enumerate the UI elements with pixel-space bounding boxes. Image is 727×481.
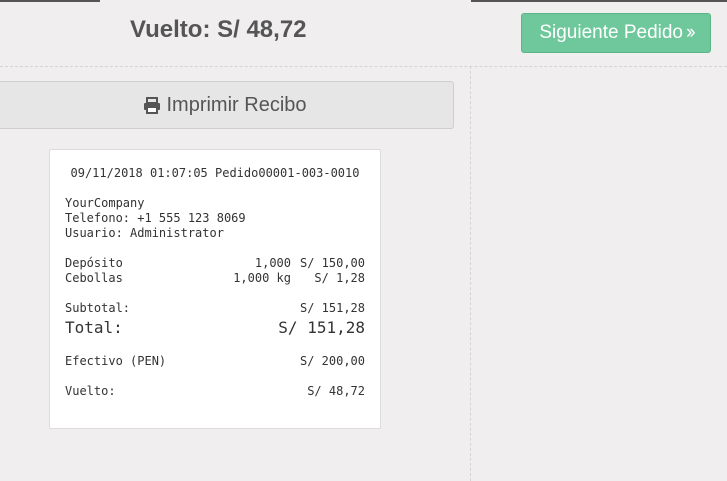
- line-item-name: Cebollas: [65, 271, 123, 285]
- cashier-name: Usuario: Administrator: [65, 226, 224, 240]
- line-item-qty: 1,000 kg: [233, 271, 291, 285]
- top-divider-right: [471, 0, 727, 2]
- line-item-name: Depósito: [65, 256, 123, 270]
- payment-method-label: Efectivo (PEN): [65, 354, 167, 368]
- receipt: 09/11/2018 01:07:05 Pedido00001-003-0010…: [49, 149, 381, 429]
- company-phone: Telefono: +1 555 123 8069: [65, 211, 246, 225]
- top-bar: Vuelto: S/ 48,72 Siguiente Pedido ››: [0, 0, 727, 66]
- subtotal-label: Subtotal:: [65, 301, 131, 315]
- line-item-qty: 1,000: [254, 256, 291, 270]
- top-divider-left: [0, 0, 100, 2]
- column-separator: [470, 66, 471, 481]
- total-label: Total:: [65, 318, 123, 337]
- receipt-header: 09/11/2018 01:07:05 Pedido00001-003-0010: [70, 166, 360, 180]
- line-item-price: S/ 1,28: [314, 271, 365, 285]
- next-order-label: Siguiente Pedido: [539, 22, 683, 43]
- line-item-price: S/ 150,00: [299, 256, 365, 270]
- subtotal-value: S/ 151,28: [299, 301, 365, 315]
- next-order-button[interactable]: Siguiente Pedido ››: [521, 13, 711, 53]
- header-separator: [0, 66, 727, 67]
- print-receipt-label: Imprimir Recibo: [166, 93, 307, 116]
- change-title: Vuelto: S/ 48,72: [130, 16, 307, 43]
- double-chevron-right-icon: ››: [686, 22, 696, 43]
- printer-icon: [143, 96, 161, 114]
- change-value: S/ 48,72: [307, 384, 365, 398]
- print-receipt-button[interactable]: Imprimir Recibo: [0, 81, 454, 129]
- payment-amount: S/ 200,00: [299, 354, 365, 368]
- company-name: YourCompany: [65, 196, 145, 210]
- total-value: S/ 151,28: [278, 318, 365, 337]
- change-label: Vuelto:: [65, 384, 116, 398]
